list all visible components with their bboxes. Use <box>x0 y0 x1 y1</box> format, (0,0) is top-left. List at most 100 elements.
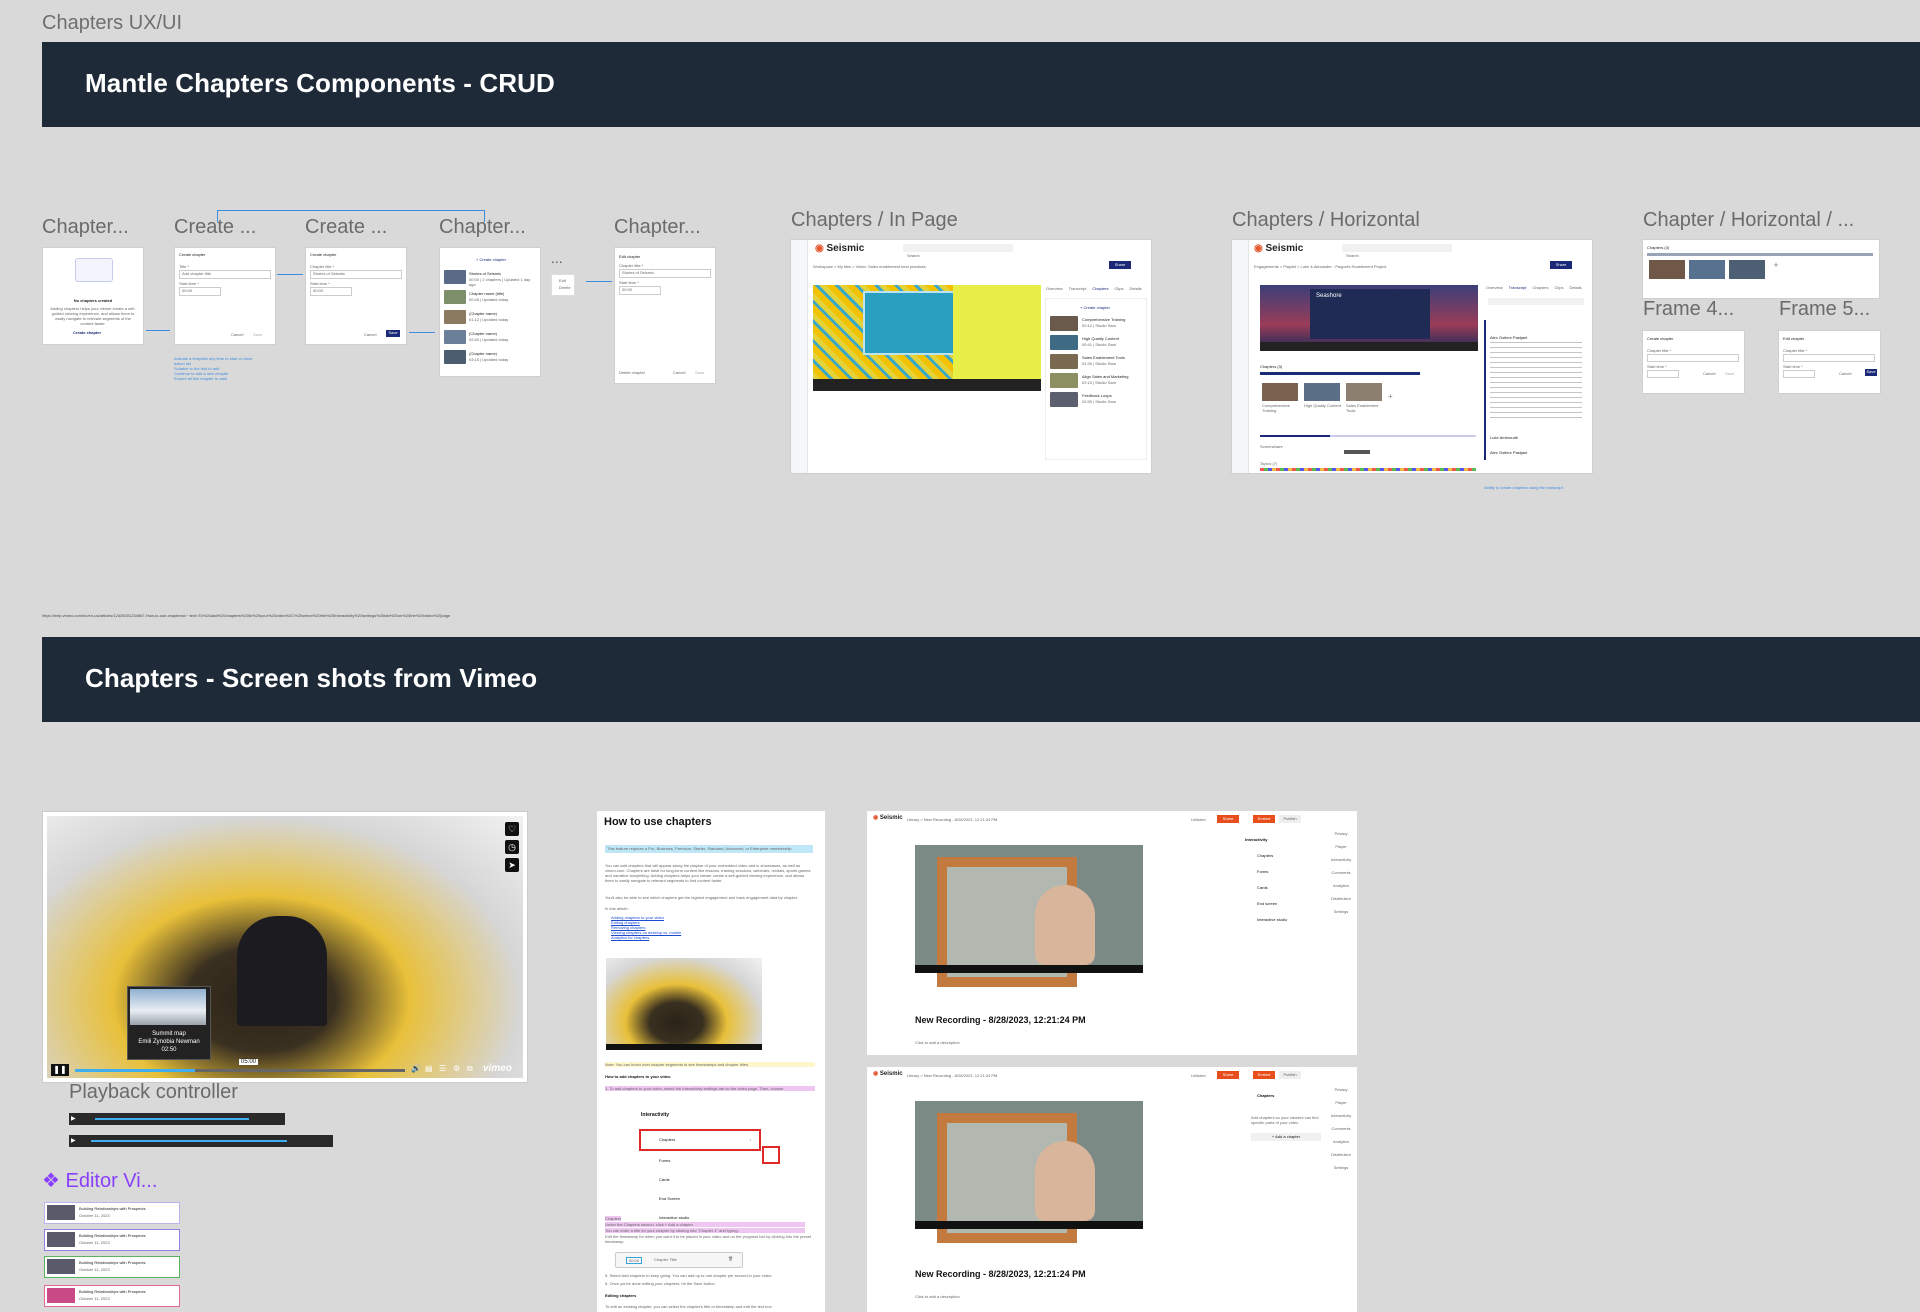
start-time-input[interactable]: 00:00 <box>179 287 221 296</box>
chapter-thumbnail[interactable] <box>1649 260 1685 279</box>
search-input[interactable]: Search <box>903 244 1013 258</box>
rail-item-interactivity[interactable]: Interactivity <box>1331 1113 1351 1118</box>
reference-url[interactable]: https://help.vimeo.com/hc/en-us/articles… <box>42 613 450 618</box>
tab-details[interactable]: Details <box>1569 285 1581 290</box>
vimeo-logo[interactable]: vimeo <box>483 1063 512 1074</box>
component-label[interactable]: ❖ Editor Vi... <box>42 1168 157 1193</box>
rail-item-comments[interactable]: Comments <box>1331 1126 1351 1131</box>
rail-item-privacy[interactable]: Privacy <box>1331 831 1351 836</box>
chapter-row-example[interactable]: 00:00 Chapter Title 🗑 <box>615 1252 743 1268</box>
frame-label[interactable]: Playback controller <box>69 1081 238 1104</box>
chapter-thumbnail[interactable] <box>1689 260 1725 279</box>
title-input[interactable] <box>1783 354 1875 362</box>
share-button[interactable]: Share <box>1217 815 1239 823</box>
play-icon[interactable]: ▶ <box>71 1115 87 1123</box>
description-placeholder[interactable]: Click to add a description <box>915 1040 960 1045</box>
rail-item-distribution[interactable]: Distribution <box>1331 896 1351 901</box>
video-controls[interactable] <box>1260 342 1478 351</box>
chapter-timeline[interactable] <box>1260 372 1420 375</box>
list-item[interactable]: (Chapter name) 03:15 | Updated today <box>444 348 536 368</box>
create-chapter-link[interactable]: Create chapter <box>73 330 101 335</box>
save-button[interactable]: Save <box>1725 371 1734 376</box>
save-button[interactable]: Save <box>1865 369 1877 376</box>
video-player[interactable]: Seashore <box>1260 285 1478 351</box>
rail-item-settings[interactable]: Settings <box>1331 1165 1351 1170</box>
add-chapter-icon[interactable]: + <box>1769 260 1783 279</box>
editor-video-item[interactable]: Building Relationships with Prospects Oc… <box>44 1285 180 1307</box>
tab-chapters[interactable]: Chapters <box>1092 286 1108 291</box>
tab-overview[interactable]: Overview <box>1486 285 1503 290</box>
rail-item-analytics[interactable]: Analytics <box>1331 883 1351 888</box>
chapter-thumbnail[interactable] <box>1304 383 1340 401</box>
chapter-timeline[interactable] <box>1647 253 1873 256</box>
editor-video-item[interactable]: Building Relationships with Prospects Oc… <box>44 1256 180 1278</box>
list-item[interactable]: (Chapter name) 02:40 | Updated today <box>444 328 536 348</box>
publish-button[interactable]: Publish <box>1279 1071 1301 1079</box>
privacy-status[interactable]: Unlisted <box>1191 1073 1205 1078</box>
video-player[interactable] <box>813 285 1041 391</box>
privacy-status[interactable]: Unlisted <box>1191 817 1205 822</box>
description-placeholder[interactable]: Click to add a description <box>915 1294 960 1299</box>
tab-details[interactable]: Details <box>1129 286 1141 291</box>
tab-chapters[interactable]: Chapters <box>1532 285 1548 290</box>
side-tabs[interactable]: Overview Transcript Chapters Clips Details <box>1486 285 1588 290</box>
embed-button[interactable]: Embed <box>1253 815 1275 823</box>
video-controls[interactable] <box>915 1221 1143 1229</box>
video-controls[interactable] <box>606 1044 762 1050</box>
menu-item-label[interactable]: Cards <box>659 1177 670 1182</box>
title-input[interactable]: Add chapter title <box>179 270 271 279</box>
play-icon[interactable]: ▶ <box>71 1137 87 1145</box>
frame-edit-chapter-horizontal[interactable]: Edit chapter Chapter title * Start time … <box>1778 330 1881 394</box>
list-item[interactable]: Comprehensive Training 00:12 | Studio Sam <box>1050 315 1142 334</box>
cancel-button[interactable]: Cancel <box>1703 371 1715 376</box>
settings-icon[interactable]: ⚙ <box>453 1064 460 1073</box>
tab-overview[interactable]: Overview <box>1046 286 1063 291</box>
list-item[interactable]: Chapter name (title) 00:45 | Updated tod… <box>444 288 536 308</box>
progress-bar[interactable] <box>75 1069 405 1072</box>
save-button[interactable]: Save <box>386 330 400 337</box>
cancel-button[interactable]: Cancel <box>673 370 685 375</box>
tab-transcript[interactable]: Transcript <box>1069 286 1087 291</box>
clock-icon[interactable]: ◷ <box>505 840 519 854</box>
search-input[interactable]: Search <box>1342 244 1452 258</box>
editor-video-item[interactable]: Building Relationships with Prospects Oc… <box>44 1202 180 1224</box>
save-button[interactable]: Save <box>695 370 704 375</box>
save-button[interactable]: Save <box>253 332 262 337</box>
rail-item-settings[interactable]: Settings <box>1331 909 1351 914</box>
embed-button[interactable]: Embed <box>1253 1071 1275 1079</box>
delete-menu-item[interactable]: Delete <box>552 283 574 290</box>
tab-clips[interactable]: Clips <box>1115 286 1124 291</box>
video-title[interactable]: New Recording - 8/28/2023, 12:21:24 PM <box>915 1015 1086 1025</box>
rail-item-interactivity[interactable]: Interactivity <box>1331 857 1351 862</box>
rail-item-distribution[interactable]: Distribution <box>1331 1152 1351 1157</box>
interactivity-option[interactable]: Interactive studio <box>1257 917 1287 922</box>
rail-item-analytics[interactable]: Analytics <box>1331 1139 1351 1144</box>
frame-label[interactable]: Frame 4... <box>1643 298 1734 321</box>
heart-icon[interactable]: ♡ <box>505 822 519 836</box>
frame-label[interactable]: Frame 5... <box>1779 298 1870 321</box>
breadcrumb[interactable]: Workspace > My files > Video: Sales enab… <box>813 264 926 269</box>
breadcrumb[interactable]: Library > New Recording - 8/28/2023, 12:… <box>907 1073 997 1078</box>
chapters-icon[interactable]: ☰ <box>439 1064 446 1073</box>
list-item[interactable]: Feedback Loops 02:55 | Studio Sam <box>1050 391 1142 410</box>
playback-controller-large[interactable]: ▶ <box>69 1135 333 1147</box>
frame-create-chapter-empty[interactable]: Create chapter Title * Add chapter title… <box>174 247 276 345</box>
rail-item-comments[interactable]: Comments <box>1331 870 1351 875</box>
trash-icon[interactable]: 🗑 <box>728 1256 733 1261</box>
chapters-menu-item-highlight[interactable]: Chapters › <box>639 1129 761 1151</box>
list-item[interactable]: High Quality Content 00:41 | Studio Sam <box>1050 334 1142 353</box>
frame-label[interactable]: Chapter... <box>439 216 526 239</box>
frame-label[interactable]: Chapter... <box>42 216 129 239</box>
frame-create-chapter-horizontal[interactable]: Create chapter Chapter title * Start tim… <box>1642 330 1745 394</box>
start-time-input[interactable] <box>1783 370 1815 378</box>
editor-video[interactable] <box>915 1101 1143 1243</box>
side-tabs[interactable]: Overview Transcript Chapters Clips Details <box>1046 286 1148 291</box>
create-chapter-link[interactable]: + Create chapter <box>476 257 506 262</box>
share-icon[interactable]: ➤ <box>505 858 519 872</box>
frame-edit-chapter[interactable]: Edit chapter Chapter title * Stories of … <box>614 247 716 384</box>
video-title[interactable]: New Recording - 8/28/2023, 12:21:24 PM <box>915 1269 1086 1279</box>
start-time-input[interactable]: 00:00 <box>619 286 661 295</box>
menu-item-label[interactable]: End Screen <box>659 1196 680 1201</box>
share-button[interactable]: Share <box>1217 1071 1239 1079</box>
rail-item-player[interactable]: Player <box>1331 1100 1351 1105</box>
